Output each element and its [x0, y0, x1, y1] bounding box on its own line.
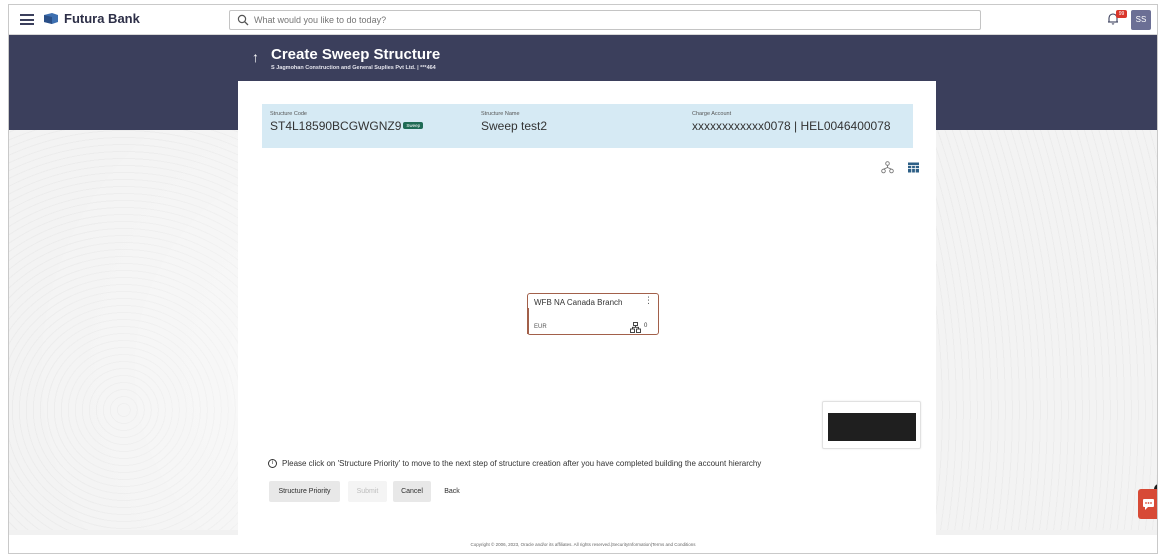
structure-priority-button[interactable]: Structure Priority — [269, 481, 340, 502]
minimap[interactable] — [822, 401, 921, 449]
notification-badge: 99 — [1116, 10, 1127, 18]
structure-name-value: Sweep test2 — [481, 119, 548, 133]
node-name: WFB NA Canada Branch — [534, 298, 623, 307]
chat-icon — [1143, 499, 1154, 510]
bank-logo-icon — [44, 13, 58, 24]
top-header: Futura Bank 99 SS — [9, 5, 1157, 35]
sweep-tag: Sweep — [403, 122, 424, 130]
cancel-button[interactable]: Cancel — [393, 481, 431, 502]
main-card: Structure Code ST4L18590BCGWGNZ9 Sweep St… — [238, 81, 936, 535]
page-title: Create Sweep Structure — [271, 46, 441, 63]
submit-button[interactable]: Submit — [348, 481, 387, 502]
kebab-menu-icon[interactable]: ⋮ — [644, 296, 653, 305]
node-currency: EUR — [534, 324, 547, 330]
account-node[interactable]: WFB NA Canada Branch ⋮ EUR 0 — [527, 293, 659, 335]
info-message-text: Please click on 'Structure Priority' to … — [282, 459, 762, 468]
structure-code-label: Structure Code — [270, 111, 307, 117]
search-input[interactable] — [254, 12, 954, 28]
charge-account-label: Charge Account — [692, 111, 732, 117]
tree-view-icon[interactable] — [881, 161, 894, 174]
arrow-up-icon[interactable]: ↑ — [252, 49, 259, 65]
info-message: i Please click on 'Structure Priority' to… — [268, 459, 762, 469]
structure-code-text: ST4L18590BCGWGNZ9 — [270, 119, 402, 133]
info-icon: i — [268, 459, 277, 469]
charge-account-value: xxxxxxxxxxxx0078 | HEL0046400078 — [692, 119, 891, 133]
app-window: Futura Bank 99 SS ↑ Create Sweep Structu… — [8, 4, 1158, 554]
chat-button[interactable] — [1138, 489, 1157, 519]
structure-code-value: ST4L18590BCGWGNZ9 Sweep — [270, 119, 424, 133]
menu-icon[interactable] — [20, 14, 34, 25]
structure-summary: Structure Code ST4L18590BCGWGNZ9 Sweep St… — [262, 104, 913, 148]
footer: Copyright © 2006, 2023, Oracle and/or it… — [9, 535, 1157, 553]
brand-name[interactable]: Futura Bank — [64, 11, 140, 26]
minimap-viewport[interactable] — [828, 413, 916, 441]
table-view-icon[interactable] — [907, 161, 920, 174]
charge-account-block: Charge Account xxxxxxxxxxxx0078 | HEL004… — [692, 111, 891, 133]
search-icon — [237, 14, 249, 26]
back-button[interactable]: Back — [440, 481, 464, 502]
search-box[interactable] — [229, 10, 981, 30]
hierarchy-icon — [630, 322, 641, 333]
child-count: 0 — [644, 323, 648, 329]
structure-name-block: Structure Name Sweep test2 — [481, 111, 547, 133]
structure-code-block: Structure Code ST4L18590BCGWGNZ9 Sweep — [270, 111, 424, 133]
avatar[interactable]: SS — [1131, 10, 1151, 30]
structure-name-label: Structure Name — [481, 111, 520, 117]
page-subtitle: S Jagmohan Construction and General Supl… — [271, 65, 436, 71]
node-accent — [527, 308, 529, 334]
